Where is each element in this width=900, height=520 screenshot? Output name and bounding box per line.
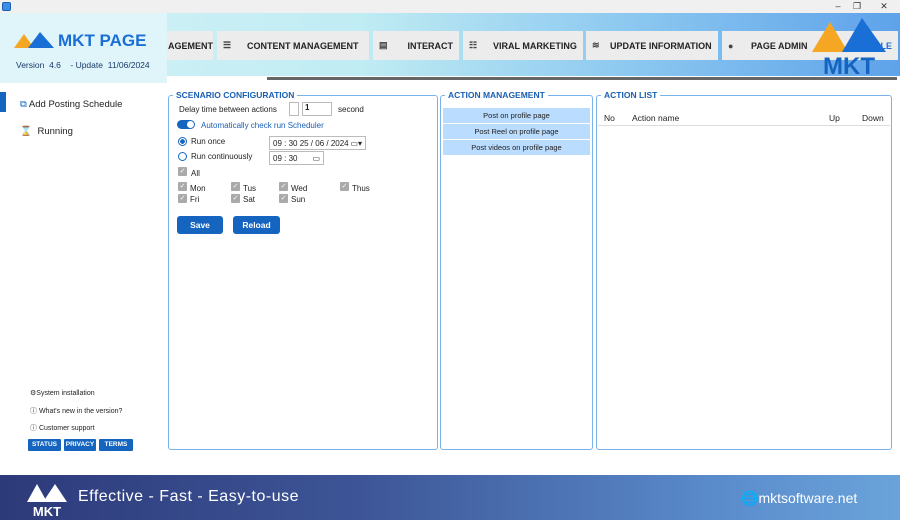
- facebook-icon: ●: [728, 40, 734, 51]
- tab-management[interactable]: AGEMENT: [162, 31, 213, 60]
- action-management-title: ACTION MANAGEMENT: [445, 90, 548, 100]
- help-icon: ⓘ: [30, 425, 37, 432]
- whats-new-link[interactable]: ⓘ What's new in the version?: [30, 406, 122, 416]
- close-button[interactable]: ✕: [874, 0, 894, 13]
- tab-interact[interactable]: ▤ INTERACT: [373, 31, 459, 60]
- scenario-title: SCENARIO CONFIGURATION: [173, 90, 298, 100]
- app-icon: [2, 2, 11, 11]
- day-label: Fri: [190, 195, 200, 204]
- status-button[interactable]: STATUS: [28, 439, 61, 451]
- svg-text:MKT: MKT: [33, 504, 61, 518]
- app-name: MKT PAGE: [58, 31, 147, 50]
- run-once-datetime[interactable]: 09 : 30 25 / 06 / 2024 ▭▾: [269, 136, 366, 150]
- delay-spinner-left[interactable]: [289, 102, 299, 116]
- day-label: Mon: [190, 184, 206, 193]
- restore-button[interactable]: ❐: [847, 0, 867, 13]
- tab-label: UPDATE INFORMATION: [610, 40, 712, 51]
- thus-checkbox[interactable]: ✓: [340, 182, 349, 191]
- footer-tagline: Effective - Fast - Easy-to-use: [78, 488, 299, 505]
- message-icon: ▤: [379, 40, 388, 50]
- hourglass-icon: ⌛: [20, 126, 32, 137]
- tab-label: VIRAL MARKETING: [493, 40, 577, 51]
- delay-input[interactable]: 1: [302, 102, 332, 116]
- sidebar-item-label: Add Posting Schedule: [28, 99, 123, 110]
- tab-label: INTERACT: [407, 40, 454, 51]
- tab-label: AGEMENT: [168, 40, 213, 51]
- auto-check-toggle[interactable]: [177, 120, 195, 129]
- action-post-profile[interactable]: Post on profile page: [443, 108, 590, 123]
- customer-support-link[interactable]: ⓘ Customer support: [30, 423, 95, 433]
- day-label: Sat: [243, 195, 256, 204]
- run-continuously-label: Run continuously: [191, 152, 253, 161]
- calendar-icon: ▭▾: [350, 139, 362, 148]
- action-list-panel: [596, 95, 892, 450]
- auto-check-label: Automatically check run Scheduler: [201, 121, 324, 130]
- minimize-button[interactable]: –: [828, 0, 848, 13]
- wed-checkbox[interactable]: ✓: [279, 182, 288, 191]
- sidebar-item-add-posting-schedule[interactable]: ⧉ Add Posting Schedule: [20, 99, 122, 110]
- group-icon: ☷: [469, 40, 478, 50]
- tab-update-information[interactable]: ≋ UPDATE INFORMATION: [586, 31, 718, 60]
- signal-icon: ≋: [592, 40, 600, 50]
- reload-button[interactable]: Reload: [233, 216, 280, 234]
- day-label: Sun: [291, 195, 306, 204]
- tab-label: PAGE ADMIN: [751, 40, 808, 51]
- active-indicator: [0, 92, 6, 112]
- website-link[interactable]: 🌐mktsoftware.net: [741, 490, 857, 507]
- run-once-label: Run once: [191, 137, 226, 146]
- tab-scrollbar[interactable]: [267, 77, 897, 80]
- run-continuously-time[interactable]: 09 : 30 ▭: [269, 151, 324, 165]
- all-label: All: [191, 169, 200, 178]
- mkt-brand-logo: MKT: [812, 18, 886, 80]
- run-continuously-radio[interactable]: [178, 152, 187, 161]
- tab-content-management[interactable]: ☰ CONTENT MANAGEMENT: [217, 31, 369, 60]
- privacy-button[interactable]: PRIVACY: [64, 439, 96, 451]
- globe-icon: 🌐: [741, 490, 759, 506]
- action-post-videos[interactable]: Post videos on profile page: [443, 140, 590, 155]
- action-list-title: ACTION LIST: [601, 90, 661, 100]
- tab-label: CONTENT MANAGEMENT: [247, 40, 359, 51]
- action-list-header: No Action name Up Down: [598, 109, 890, 126]
- sidebar-item-running[interactable]: ⌛ Running: [20, 126, 73, 137]
- footer-mkt-logo: MKT: [27, 484, 67, 518]
- delay-unit: second: [338, 105, 364, 114]
- mkt-logo-icon: [14, 32, 54, 48]
- run-once-radio[interactable]: [178, 137, 187, 146]
- column-action-name[interactable]: Action name: [632, 113, 679, 123]
- column-up[interactable]: Up: [829, 113, 840, 123]
- delay-label: Delay time between actions: [179, 105, 277, 114]
- info-icon: ⓘ: [30, 408, 37, 415]
- all-checkbox[interactable]: ✓: [178, 167, 187, 176]
- tus-checkbox[interactable]: ✓: [231, 182, 240, 191]
- version-info: Version 4.6 - Update 11/06/2024: [16, 60, 150, 70]
- terms-button[interactable]: TERMS: [99, 439, 133, 451]
- sidebar-item-label: Running: [37, 126, 73, 137]
- column-no[interactable]: No: [604, 113, 615, 123]
- title-bar: [0, 0, 900, 13]
- day-label: Tus: [243, 184, 257, 193]
- fri-checkbox[interactable]: ✓: [178, 194, 187, 203]
- svg-text:MKT: MKT: [823, 53, 875, 80]
- sun-checkbox[interactable]: ✓: [279, 194, 288, 203]
- mon-checkbox[interactable]: ✓: [178, 182, 187, 191]
- action-post-reel[interactable]: Post Reel on profile page: [443, 124, 590, 139]
- day-label: Thus: [352, 184, 370, 193]
- list-icon: ☰: [223, 40, 232, 50]
- clock-icon: ▭: [312, 154, 320, 163]
- sat-checkbox[interactable]: ✓: [231, 194, 240, 203]
- system-installation-link[interactable]: ⚙System installation: [30, 389, 95, 397]
- save-button[interactable]: Save: [177, 216, 223, 234]
- copy-icon: ⧉: [20, 99, 27, 110]
- tab-viral-marketing[interactable]: ☷ VIRAL MARKETING: [463, 31, 583, 60]
- day-label: Wed: [291, 184, 308, 193]
- column-down[interactable]: Down: [862, 113, 884, 123]
